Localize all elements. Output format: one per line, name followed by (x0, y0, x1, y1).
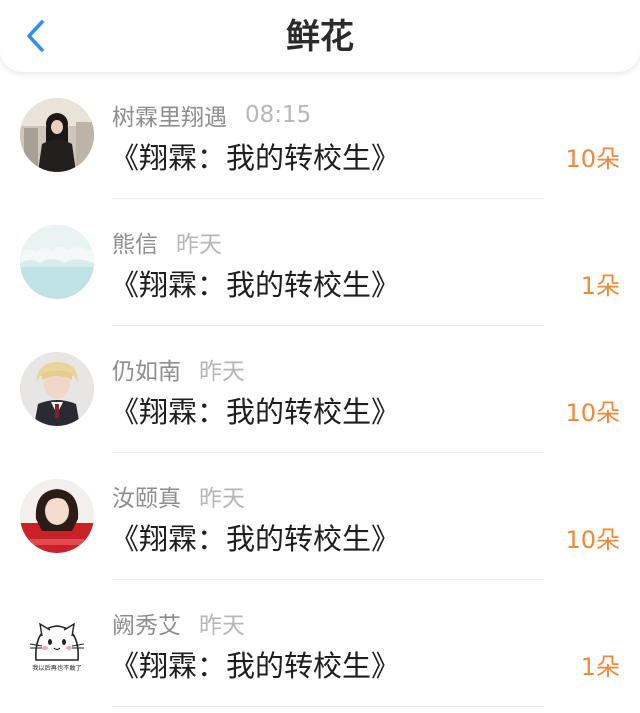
avatar-caption: 我以后再也不敢了 (32, 664, 82, 672)
sender-line: 汝颐真 昨天 (112, 479, 245, 513)
avatar[interactable]: 我以后再也不敢了 (20, 606, 94, 680)
timestamp: 昨天 (199, 359, 245, 385)
avatar[interactable] (20, 225, 94, 299)
avatar-blond-boy-suit-image (20, 352, 94, 426)
sender-line: 树霖里翔遇 08:15 (112, 98, 312, 132)
avatar-sky-cloud-image (20, 225, 94, 299)
sender-name[interactable]: 汝颐真 (112, 479, 181, 513)
timestamp: 08:15 (245, 102, 312, 128)
list-item[interactable]: 熊信 昨天 《翔霖：我的转校生》 1朵 (0, 199, 640, 326)
avatar[interactable] (20, 479, 94, 553)
timestamp: 昨天 (199, 613, 245, 639)
book-title[interactable]: 《翔霖：我的转校生》 (110, 267, 400, 303)
list-item[interactable]: 仍如南 昨天 《翔霖：我的转校生》 10朵 (0, 326, 640, 453)
sender-line: 阙秀艾 昨天 (112, 606, 245, 640)
flower-count: 1朵 (580, 272, 620, 300)
avatar-girl-dark-coat-image (20, 98, 94, 172)
page-title: 鲜花 (286, 17, 354, 57)
flower-count: 10朵 (565, 526, 620, 554)
avatar-cartoon-cat-image: 我以后再也不敢了 (20, 606, 94, 680)
nav-bar: 鲜花 (0, 0, 640, 72)
sender-name[interactable]: 阙秀艾 (112, 606, 181, 640)
sender-line: 仍如南 昨天 (112, 352, 245, 386)
sender-name[interactable]: 熊信 (112, 225, 158, 259)
book-title[interactable]: 《翔霖：我的转校生》 (110, 140, 400, 176)
timestamp: 昨天 (176, 232, 222, 258)
book-title[interactable]: 《翔霖：我的转校生》 (110, 521, 400, 557)
flower-count: 10朵 (565, 399, 620, 427)
flower-record-list: 树霖里翔遇 08:15 《翔霖：我的转校生》 10朵 熊信 昨天 《翔霖：我的转… (0, 72, 640, 713)
flower-count: 10朵 (565, 145, 620, 173)
timestamp: 昨天 (199, 486, 245, 512)
divider (112, 706, 544, 707)
list-item[interactable]: 我以后再也不敢了 阙秀艾 昨天 《翔霖：我的转校生》 1朵 (0, 580, 640, 707)
book-title[interactable]: 《翔霖：我的转校生》 (110, 648, 400, 684)
avatar-girl-red-sweater-image (20, 479, 94, 553)
book-title[interactable]: 《翔霖：我的转校生》 (110, 394, 400, 430)
avatar[interactable] (20, 352, 94, 426)
sender-name[interactable]: 仍如南 (112, 352, 181, 386)
flower-count: 1朵 (580, 653, 620, 681)
list-item[interactable]: 汝颐真 昨天 《翔霖：我的转校生》 10朵 (0, 453, 640, 580)
list-item[interactable]: 树霖里翔遇 08:15 《翔霖：我的转校生》 10朵 (0, 72, 640, 199)
sender-line: 熊信 昨天 (112, 225, 222, 259)
sender-name[interactable]: 树霖里翔遇 (112, 98, 227, 132)
avatar[interactable] (20, 98, 94, 172)
